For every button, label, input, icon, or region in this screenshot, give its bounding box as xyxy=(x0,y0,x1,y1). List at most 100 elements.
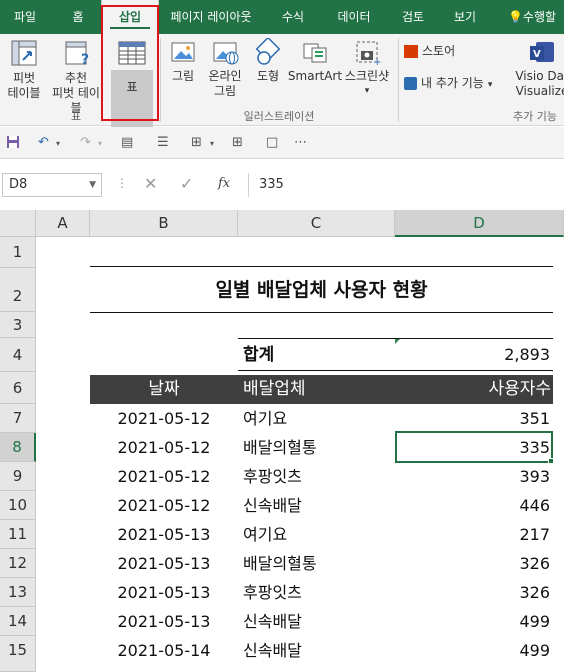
tab-page-layout[interactable]: 페이지 레이아웃 xyxy=(162,0,260,34)
insert-function-button[interactable]: fx xyxy=(218,176,230,191)
chevron-down-icon[interactable]: ▼ xyxy=(89,174,96,196)
group-label-illustrations: 일러스트레이션 xyxy=(243,110,315,123)
svg-text:+: + xyxy=(373,57,381,66)
all-borders-icon[interactable]: ⊞ xyxy=(232,135,243,150)
selected-cell-d8[interactable] xyxy=(395,431,553,463)
cell-company[interactable]: 후팡잇츠 xyxy=(243,578,302,607)
cell-date[interactable]: 2021-05-13 xyxy=(90,578,238,607)
cell-users[interactable]: 326 xyxy=(400,549,550,578)
select-all-corner[interactable] xyxy=(0,210,36,237)
row-header-7[interactable]: 7 xyxy=(0,404,36,433)
chevron-down-icon: ▾ xyxy=(487,80,493,90)
cell-company[interactable]: 신속배달 xyxy=(243,607,302,636)
group-label-table: 표 xyxy=(70,110,82,123)
format-icon[interactable]: ▤ xyxy=(121,135,133,150)
cell-users[interactable]: 446 xyxy=(400,491,550,520)
recommended-pivot-button[interactable]: ? 추천 피벗 테이블 xyxy=(48,38,104,116)
row-header-11[interactable]: 11 xyxy=(0,520,36,549)
row-header-2[interactable]: 2 xyxy=(0,268,36,312)
tab-file[interactable]: 파일 xyxy=(4,0,46,34)
cell-date[interactable]: 2021-05-12 xyxy=(90,404,238,433)
undo-icon[interactable]: ↶ xyxy=(38,135,49,150)
row-header-12[interactable]: 12 xyxy=(0,549,36,578)
cell-company[interactable]: 신속배달 xyxy=(243,636,302,665)
border-icon[interactable]: ⊞ xyxy=(191,135,202,150)
row-header-3[interactable]: 3 xyxy=(0,312,36,338)
row-header-9[interactable]: 9 xyxy=(0,462,36,491)
cancel-icon[interactable]: ✕ xyxy=(144,174,157,193)
screenshot-icon: + xyxy=(356,41,381,66)
row-header-10[interactable]: 10 xyxy=(0,491,36,520)
sheet-title[interactable]: 일별 배달업체 사용자 현황 xyxy=(90,268,553,312)
header-company[interactable]: 배달업체 xyxy=(243,375,306,404)
total-value[interactable]: 2,893 xyxy=(400,340,550,370)
online-picture-button[interactable]: 온라인 그림 xyxy=(202,38,248,99)
cell-users[interactable]: 499 xyxy=(400,607,550,636)
cell-date[interactable]: 2021-05-12 xyxy=(90,491,238,520)
row-header-14[interactable]: 14 xyxy=(0,607,36,636)
cell-company[interactable]: 배달의혈통 xyxy=(243,433,317,462)
name-box[interactable]: D8 ▼ xyxy=(2,173,102,197)
header-date[interactable]: 날짜 xyxy=(90,375,238,404)
row-header-4[interactable]: 4 xyxy=(0,338,36,372)
tab-view[interactable]: 보기 xyxy=(442,0,488,34)
row-header-1[interactable]: 1 xyxy=(0,237,36,268)
shapes-button[interactable]: 도형 xyxy=(248,38,288,84)
fill-handle[interactable] xyxy=(548,458,554,464)
tell-me-search[interactable]: 💡수행할 xyxy=(500,0,564,34)
pivot-table-button[interactable]: 피벗 테이블 xyxy=(0,38,48,101)
redo-icon[interactable]: ↷ xyxy=(80,135,91,150)
cell-users[interactable]: 499 xyxy=(400,636,550,665)
chevron-down-icon[interactable]: ▾ xyxy=(98,139,102,148)
my-addins-button[interactable]: 내 추가 기능 ▾ xyxy=(404,76,516,93)
column-header-d[interactable]: D xyxy=(395,210,564,237)
cell-company[interactable]: 여기요 xyxy=(243,404,287,433)
tab-formulas[interactable]: 수식 xyxy=(270,0,316,34)
picture-button[interactable]: 그림 xyxy=(164,38,202,84)
cell-company[interactable]: 여기요 xyxy=(243,520,287,549)
visio-icon: V xyxy=(530,42,554,62)
cell-date[interactable]: 2021-05-12 xyxy=(90,462,238,491)
visio-data-visualizer-button[interactable]: V Visio Dat Visualize xyxy=(514,38,564,99)
screenshot-button[interactable]: + 스크린샷 ▾ xyxy=(340,38,394,99)
lightbulb-icon: 💡 xyxy=(507,10,523,24)
column-header-a[interactable]: A xyxy=(36,210,90,237)
header-users[interactable]: 사용자수 xyxy=(400,375,551,404)
ribbon-divider xyxy=(160,38,161,122)
row-header-13[interactable]: 13 xyxy=(0,578,36,607)
cell-date[interactable]: 2021-05-14 xyxy=(90,636,238,665)
store-button[interactable]: 스토어 xyxy=(404,44,494,59)
total-label[interactable]: 합계 xyxy=(243,340,274,370)
save-icon[interactable] xyxy=(6,135,20,149)
enter-icon[interactable]: ✓ xyxy=(180,174,193,193)
customize-qat-icon[interactable]: ⋯ xyxy=(294,135,307,150)
cell-users[interactable]: 326 xyxy=(400,578,550,607)
chevron-down-icon[interactable]: ▾ xyxy=(210,139,214,148)
cell-users[interactable]: 393 xyxy=(400,462,550,491)
cell-company[interactable]: 배달의혈통 xyxy=(243,549,317,578)
title-bottom-border xyxy=(90,312,553,313)
cell-users[interactable]: 217 xyxy=(400,520,550,549)
cell-users[interactable]: 351 xyxy=(400,404,550,433)
tab-data[interactable]: 데이터 xyxy=(326,0,382,34)
chevron-down-icon[interactable]: ▾ xyxy=(56,139,60,148)
cell-date[interactable]: 2021-05-12 xyxy=(90,433,238,462)
formula-input[interactable]: 335 xyxy=(248,173,564,197)
tab-home[interactable]: 홈 xyxy=(60,0,96,34)
row-header-8[interactable]: 8 xyxy=(0,433,36,462)
tab-review[interactable]: 검토 xyxy=(390,0,436,34)
smartart-button[interactable]: SmartArt xyxy=(286,38,344,84)
column-header-b[interactable]: B xyxy=(90,210,238,237)
group-label-addins: 추가 기능 xyxy=(513,110,557,123)
cell-date[interactable]: 2021-05-13 xyxy=(90,607,238,636)
cell-date[interactable]: 2021-05-13 xyxy=(90,520,238,549)
row-header-6[interactable]: 6 xyxy=(0,372,36,404)
align-center-icon[interactable]: ☰ xyxy=(157,135,169,150)
cell-company[interactable]: 신속배달 xyxy=(243,491,302,520)
cell-date[interactable]: 2021-05-13 xyxy=(90,549,238,578)
ribbon-insert: 피벗 테이블 ? 추천 피벗 테이블 표 표 그림 온라인 그림 도형 Smar… xyxy=(0,34,564,136)
outer-border-icon[interactable]: □ xyxy=(266,135,278,150)
cell-company[interactable]: 후팡잇츠 xyxy=(243,462,302,491)
row-header-15[interactable]: 15 xyxy=(0,636,36,672)
column-header-c[interactable]: C xyxy=(238,210,395,237)
